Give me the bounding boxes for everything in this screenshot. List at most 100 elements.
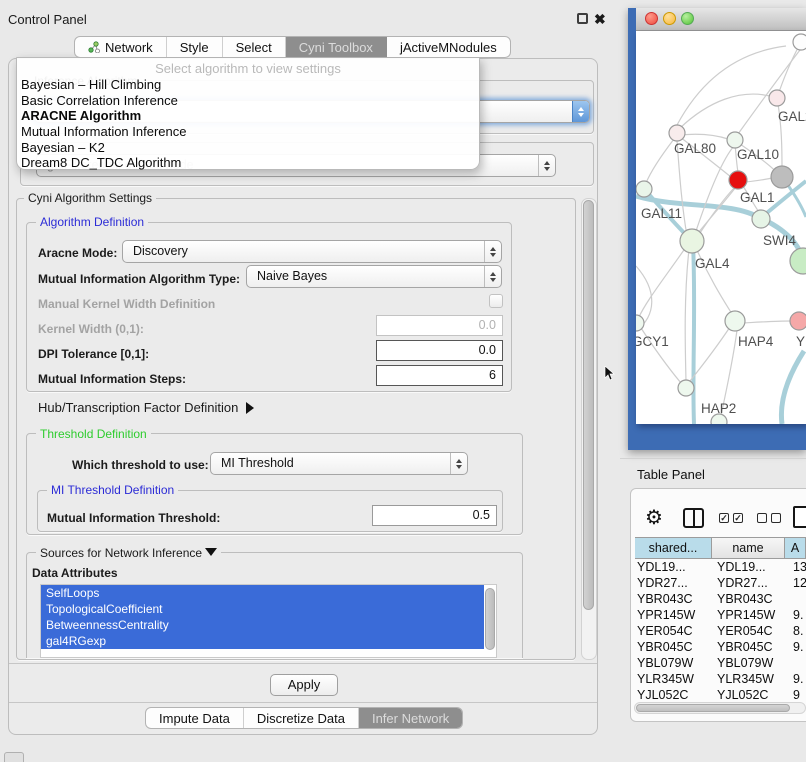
select-all-checkboxes-icon[interactable]: ✓✓ <box>719 513 743 523</box>
settings-scrollbar-thumb[interactable] <box>583 200 594 610</box>
table-cell: YPR145W <box>637 608 695 622</box>
table-column-header-name[interactable]: name <box>712 537 785 559</box>
table-row[interactable]: YBR043CYBR043C <box>635 592 806 608</box>
tab-infer-network[interactable]: Infer Network <box>359 708 462 728</box>
aracne-mode-combo[interactable]: Discovery <box>122 240 502 263</box>
tab-impute-data[interactable]: Impute Data <box>146 708 244 728</box>
network-node-hap2[interactable] <box>678 380 694 396</box>
dropdown-item-bayesian-k2[interactable]: Bayesian – K2 <box>17 140 479 156</box>
mi-type-value: Naive Bayes <box>257 269 327 283</box>
mi-type-label: Mutual Information Algorithm Type: <box>38 272 240 286</box>
minimize-window-icon[interactable] <box>663 12 676 25</box>
network-edge[interactable] <box>781 351 804 424</box>
deselect-all-checkboxes-icon[interactable] <box>757 513 781 523</box>
table-cell: 9. <box>793 608 803 622</box>
table-settings-gear-icon[interactable]: ⚙ <box>645 508 663 528</box>
table-cell: YPR145W <box>717 608 775 622</box>
table-row[interactable]: YBL079WYBL079W <box>635 656 806 672</box>
table-column-header-a[interactable]: A <box>785 537 806 559</box>
network-edge[interactable] <box>743 321 791 323</box>
combo-spinner-icon[interactable] <box>538 155 555 176</box>
attribute-list-item[interactable]: BetweennessCentrality <box>41 617 484 633</box>
tab-jactivemnodules[interactable]: jActiveMNodules <box>387 37 510 57</box>
table-hscroll-thumb[interactable] <box>636 704 790 712</box>
dropdown-item-basic-correlation-inference[interactable]: Basic Correlation Inference <box>17 93 479 109</box>
attribute-list-item[interactable]: SelfLoops <box>41 585 484 601</box>
tab-discretize-data[interactable]: Discretize Data <box>244 708 359 728</box>
network-node-gal80[interactable] <box>669 125 685 141</box>
table-row[interactable]: YDL19...YDL19...13 <box>635 560 806 576</box>
close-window-icon[interactable] <box>645 12 658 25</box>
mi-steps-field[interactable]: 6 <box>376 365 503 386</box>
combo-spinner-icon[interactable] <box>450 453 467 474</box>
tab-select[interactable]: Select <box>223 37 286 57</box>
float-panel-icon[interactable] <box>577 13 588 24</box>
network-node-label: GAL4 <box>695 256 730 271</box>
dropdown-item-bayesian-hill-climbing[interactable]: Bayesian – Hill Climbing <box>17 77 479 93</box>
expanded-arrow-icon[interactable] <box>205 548 217 556</box>
table-row[interactable]: YER054CYER054C8. <box>635 624 806 640</box>
table-row[interactable]: YBR045CYBR045C9. <box>635 640 806 656</box>
tab-style[interactable]: Style <box>167 37 223 57</box>
network-edge[interactable] <box>646 139 674 183</box>
network-edge[interactable] <box>695 146 734 234</box>
network-node[interactable] <box>793 34 806 50</box>
network-node-gal10[interactable] <box>727 132 743 148</box>
table-row[interactable]: YLR345WYLR345W9. <box>635 672 806 688</box>
table-row[interactable]: YDR27...YDR27...12 <box>635 576 806 592</box>
network-edge[interactable] <box>677 46 786 125</box>
network-edge[interactable] <box>777 44 800 98</box>
attribute-list-item[interactable]: gal4RGexp <box>41 633 484 649</box>
attributes-list-scrollbar[interactable] <box>485 588 495 650</box>
network-node[interactable] <box>790 248 806 274</box>
sources-group-toggle[interactable]: Sources for Network Inference <box>36 546 221 560</box>
close-panel-icon[interactable]: ✖ <box>594 14 606 25</box>
table-row[interactable]: YPR145W YPR145W 9. <box>635 608 806 624</box>
tab-network[interactable]: Network <box>75 37 167 57</box>
network-node-gal2[interactable] <box>769 90 785 106</box>
kernel-width-field[interactable]: 0.0 <box>376 315 503 336</box>
dropdown-item-aracne-algorithm[interactable]: ARACNE Algorithm <box>17 108 479 124</box>
dropdown-item-mutual-information-inference[interactable]: Mutual Information Inference <box>17 124 479 140</box>
network-node-gcy1[interactable] <box>636 315 644 331</box>
table-cell: YJL052C <box>717 688 768 700</box>
network-edge[interactable] <box>685 249 689 381</box>
network-node[interactable] <box>771 166 793 188</box>
collapsed-arrow-icon[interactable] <box>246 402 254 414</box>
table-row[interactable]: YJL052CYJL052C9 <box>635 688 806 700</box>
network-node-y[interactable] <box>790 312 806 330</box>
network-edge[interactable] <box>690 327 730 381</box>
tab-cyni-toolbox[interactable]: Cyni Toolbox <box>286 37 387 57</box>
which-threshold-combo[interactable]: MI Threshold <box>210 452 468 475</box>
zoom-window-icon[interactable] <box>681 12 694 25</box>
mi-threshold-field[interactable]: 0.5 <box>372 505 497 526</box>
table-column-header-shared-[interactable]: shared... <box>635 537 712 559</box>
hub-definition-toggle[interactable]: Hub/Transcription Factor Definition <box>38 400 254 415</box>
network-node-gal4[interactable] <box>680 229 704 253</box>
combo-spinner-icon[interactable] <box>572 101 589 122</box>
network-node-gal1[interactable] <box>729 171 747 189</box>
network-node-gal11[interactable] <box>636 181 652 197</box>
manual-kernel-checkbox[interactable] <box>489 294 503 308</box>
table-columns-icon[interactable] <box>683 508 704 528</box>
table-cell: YER054C <box>637 624 693 638</box>
network-node-swi4[interactable] <box>752 210 770 228</box>
network-node[interactable] <box>711 414 727 424</box>
network-canvas[interactable]: GAL2GAL80GAL10GAL1GAL11SWI4GAL4GCY1HAP4Y… <box>636 31 806 424</box>
attribute-list-item[interactable]: TopologicalCoefficient <box>41 601 484 617</box>
apply-button[interactable]: Apply <box>270 674 338 696</box>
network-edge[interactable] <box>680 134 728 139</box>
dropdown-item-dream8-dc-tdc-algorithm[interactable]: Dream8 DC_TDC Algorithm <box>17 155 479 171</box>
network-edge[interactable] <box>638 247 686 319</box>
network-window-titlebar[interactable] <box>636 8 806 31</box>
export-table-icon[interactable] <box>793 506 806 528</box>
mi-type-combo[interactable]: Naive Bayes <box>246 265 502 288</box>
minimized-panel-icon[interactable] <box>4 752 24 762</box>
network-edge[interactable] <box>693 243 694 424</box>
combo-spinner-icon[interactable] <box>484 241 501 262</box>
combo-spinner-icon[interactable] <box>484 266 501 287</box>
network-node-hap4[interactable] <box>725 311 745 331</box>
dpi-tolerance-field[interactable]: 0.0 <box>376 340 503 361</box>
network-edge[interactable] <box>745 178 773 182</box>
table-cell: 12 <box>793 576 806 590</box>
